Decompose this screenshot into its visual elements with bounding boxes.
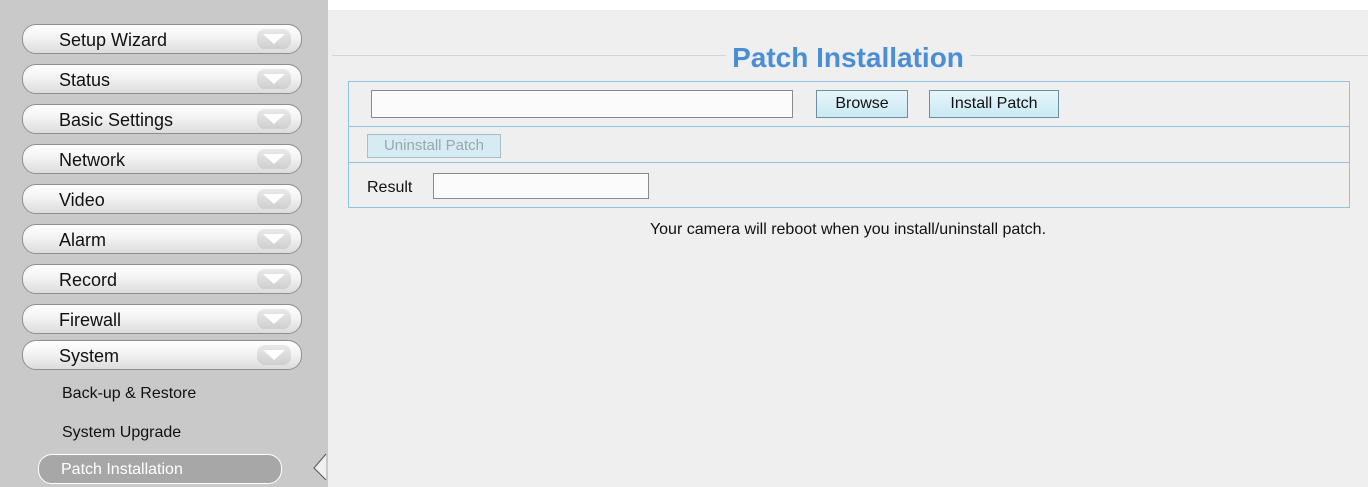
nav-label: Video — [59, 190, 105, 210]
row-divider — [349, 126, 1349, 127]
chevron-down-icon — [257, 69, 291, 89]
subnav-backup-restore[interactable]: Back-up & Restore — [62, 385, 196, 403]
row-divider — [349, 162, 1349, 163]
active-pointer-icon — [313, 453, 327, 481]
page-title-text: Patch Installation — [726, 42, 970, 73]
nav-record[interactable]: Record — [22, 264, 302, 294]
patch-file-input[interactable] — [371, 90, 793, 118]
chevron-down-icon — [257, 109, 291, 129]
nav-status[interactable]: Status — [22, 64, 302, 94]
chevron-down-icon — [257, 189, 291, 209]
nav-network[interactable]: Network — [22, 144, 302, 174]
reboot-note: Your camera will reboot when you install… — [649, 221, 1047, 238]
chevron-down-icon — [257, 309, 291, 329]
nav-label: Firewall — [59, 310, 122, 330]
nav-label: Alarm — [59, 230, 107, 250]
nav-label: Basic Settings — [59, 110, 174, 130]
nav-label: Status — [59, 70, 111, 90]
nav-system[interactable]: System — [22, 340, 302, 370]
result-field — [433, 173, 649, 199]
chevron-down-icon — [257, 229, 291, 249]
nav-label: Network — [59, 150, 126, 170]
subnav-label: Patch Installation — [61, 461, 183, 478]
nav-label: Setup Wizard — [59, 30, 168, 50]
nav-video[interactable]: Video — [22, 184, 302, 214]
patch-form: Browse Install Patch Uninstall Patch Res… — [348, 81, 1350, 208]
nav-label: System — [59, 346, 120, 366]
nav-basic-settings[interactable]: Basic Settings — [22, 104, 302, 134]
chevron-down-icon — [257, 149, 291, 169]
nav-setup-wizard[interactable]: Setup Wizard — [22, 24, 302, 54]
nav-alarm[interactable]: Alarm — [22, 224, 302, 254]
install-patch-button[interactable]: Install Patch — [929, 90, 1059, 118]
title-divider — [332, 55, 1368, 56]
nav-label: Record — [59, 270, 118, 290]
subnav-patch-installation[interactable]: Patch Installation — [38, 454, 282, 484]
sidebar: Setup Wizard Status Basic Settings Netwo… — [0, 0, 328, 487]
subnav-system-upgrade[interactable]: System Upgrade — [62, 424, 181, 442]
main-content: Patch Installation Browse Install Patch … — [328, 0, 1368, 487]
chevron-down-icon — [257, 345, 291, 365]
page-title: Patch Installation — [328, 42, 1368, 74]
chevron-down-icon — [257, 29, 291, 49]
browse-button[interactable]: Browse — [816, 90, 908, 118]
nav-firewall[interactable]: Firewall — [22, 304, 302, 334]
result-label: Result — [367, 179, 413, 196]
uninstall-patch-button[interactable]: Uninstall Patch — [367, 134, 501, 158]
top-bar — [328, 0, 1368, 10]
chevron-down-icon — [257, 269, 291, 289]
